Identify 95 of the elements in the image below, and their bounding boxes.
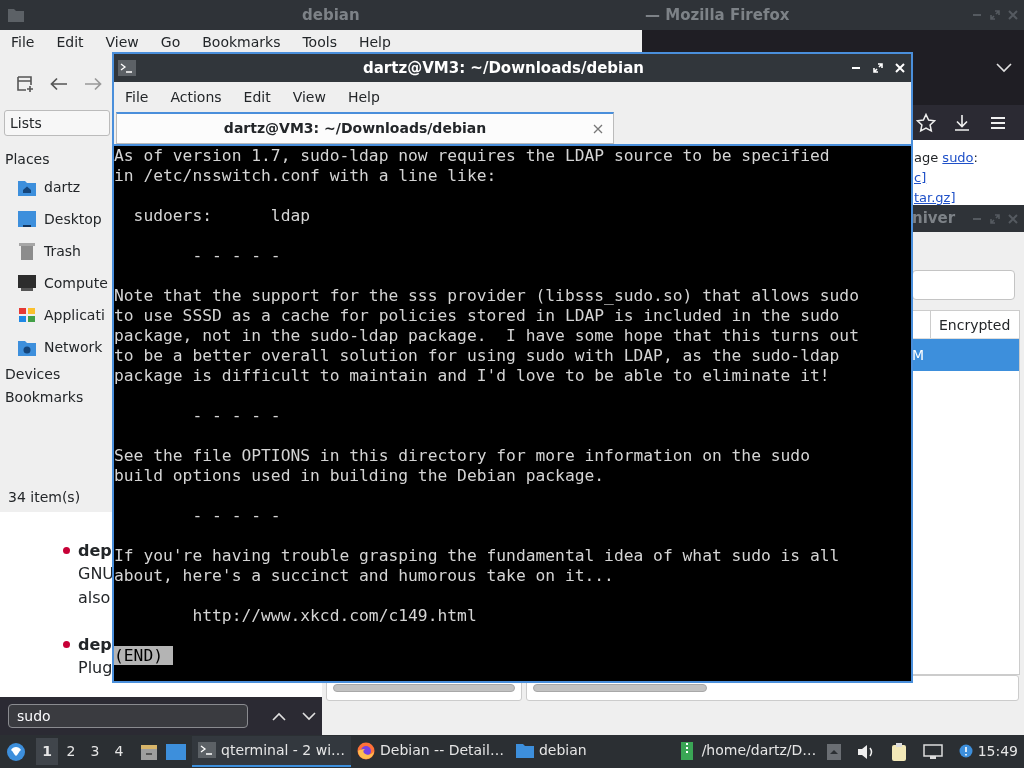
chevron-down-icon[interactable]	[996, 62, 1012, 73]
terminal-line: to be a better overall solution for using sudo with LDAP, as the sudo-ldap	[114, 346, 841, 366]
workspace-button[interactable]: 2	[60, 738, 82, 765]
link[interactable]: sudo	[942, 150, 974, 165]
menu-item[interactable]: Help	[336, 83, 391, 111]
menu-item[interactable]: View	[94, 32, 150, 52]
network-folder-icon	[18, 338, 36, 356]
trash-icon	[18, 242, 36, 260]
window-title: debian	[302, 4, 360, 26]
item-title: dep	[78, 540, 113, 562]
bullet-icon	[63, 547, 70, 554]
terminal-line: build options used in building the Debian package.	[114, 466, 606, 486]
sidebar-item[interactable]: Network	[0, 331, 112, 363]
sidebar-item[interactable]: dartz	[0, 171, 112, 203]
page-text: age sudo:	[914, 149, 979, 167]
info-icon[interactable]	[959, 743, 973, 760]
sidebar-item[interactable]: Compute	[0, 267, 112, 299]
arrow-up-icon[interactable]	[827, 743, 841, 760]
terminal-line: in /etc/nsswitch.conf with a line like:	[114, 166, 498, 186]
home-folder-icon	[18, 178, 36, 196]
terminal-line: Note that the support for the sss provider (libsss_sudo.so) that allows sudo	[114, 286, 860, 306]
bullet-icon	[63, 641, 70, 648]
speaker-icon[interactable]	[857, 743, 875, 760]
computer-icon	[18, 274, 36, 292]
clipboard-icon[interactable]	[891, 742, 907, 761]
menu-item[interactable]: Bookmarks	[191, 32, 292, 52]
star-icon[interactable]	[916, 112, 936, 133]
item-text: Plug	[78, 657, 113, 679]
terminal-line: sudoers: ldap	[132, 206, 312, 226]
terminal-icon	[198, 741, 216, 760]
clock-text: 15:49	[977, 742, 1018, 761]
side-pane-dropdown[interactable]: Lists	[4, 110, 110, 136]
taskbar-button[interactable]: /home/dartz/D…	[672, 736, 823, 767]
desktop-icon	[18, 210, 36, 228]
network-icon[interactable]	[923, 743, 943, 760]
apps-icon	[18, 306, 36, 324]
terminal-line: See the file OPTIONS in this directory for more information on the sudo	[114, 446, 811, 466]
sidebar-item[interactable]: Applicati	[0, 299, 112, 331]
taskbar-button[interactable]: debian	[509, 736, 593, 767]
sidebar-section[interactable]: Bookmarks	[0, 386, 112, 409]
terminal-line: - - - - -	[191, 246, 282, 266]
window-title: dartz@VM3: ~/Downloads/debian	[362, 57, 645, 79]
link[interactable]: c]	[914, 170, 927, 185]
link[interactable]: tar.gz]	[914, 190, 956, 205]
terminal-line: package is difficult to maintain and I'd love to be able to eliminate it!	[114, 366, 831, 386]
window-title: niver	[912, 208, 956, 230]
menu-item[interactable]: File	[0, 32, 46, 52]
menu-item[interactable]: Go	[149, 32, 192, 52]
menu-item[interactable]: Edit	[232, 83, 282, 111]
desktop-icon[interactable]	[166, 743, 186, 760]
browser-icon	[357, 741, 376, 760]
scrollbar[interactable]	[533, 684, 707, 692]
terminal-line: to use SSSD as a cache for policies stored in LDAP is included in the sudo	[114, 306, 841, 326]
find-field[interactable]: sudo	[8, 704, 248, 728]
folder-icon	[7, 7, 25, 23]
window-title: — Mozilla Firefox	[645, 4, 790, 26]
file-cabinet-icon[interactable]	[140, 742, 158, 761]
column-header[interactable]: Encrypted	[930, 311, 1011, 338]
download-icon[interactable]	[952, 112, 972, 133]
workspace-button[interactable]: 3	[84, 738, 106, 765]
status-text: 34 item(s)	[7, 488, 82, 507]
workspace-button[interactable]: 1	[36, 738, 58, 765]
menu-item[interactable]: Help	[347, 32, 402, 52]
sidebar-section[interactable]: Devices	[0, 363, 112, 386]
menu-item[interactable]: Actions	[159, 83, 233, 111]
menu-item[interactable]: Edit	[45, 32, 95, 52]
terminal-line: http://www.xkcd.com/c149.html	[191, 606, 478, 626]
terminal-line: - - - - -	[191, 406, 282, 426]
start-menu-icon[interactable]	[6, 741, 26, 762]
terminal-icon	[118, 60, 136, 76]
taskbar-button[interactable]: Debian -- Detail…	[351, 736, 510, 767]
chevron-down-icon[interactable]	[302, 711, 316, 721]
terminal-line: As of version 1.7, sudo-ldap now requires the LDAP source to be specified	[114, 146, 831, 166]
search-field[interactable]	[912, 270, 1015, 300]
folder-icon	[515, 741, 534, 760]
terminal-line: about, here's a succinct and humorous take on it...	[114, 566, 615, 586]
sidebar-item[interactable]: Trash	[0, 235, 112, 267]
terminal-line: package, not in the sudo-ldap package. I have some hope that this turns out	[114, 326, 860, 346]
new-window-icon[interactable]	[16, 75, 34, 93]
terminal-line: - - - - -	[191, 506, 282, 526]
menu-item[interactable]: File	[114, 83, 160, 111]
scrollbar[interactable]	[333, 684, 515, 692]
pager-status: (END)	[114, 646, 173, 665]
item-title: dep	[78, 634, 113, 656]
sidebar-section[interactable]: Places	[0, 148, 112, 171]
back-icon[interactable]	[50, 77, 68, 91]
chevron-up-icon[interactable]	[272, 711, 286, 721]
menu-item[interactable]: Tools	[291, 32, 348, 52]
menu-item[interactable]: View	[281, 83, 337, 111]
taskbar-button[interactable]: qterminal - 2 wi…	[192, 736, 352, 767]
item-text: also	[78, 587, 112, 609]
tab[interactable]: dartz@VM3: ~/Downloads/debian	[116, 112, 614, 144]
sidebar-item[interactable]: Desktop	[0, 203, 112, 235]
workspace-button[interactable]: 4	[108, 738, 130, 765]
terminal-line: If you're having trouble grasping the fundamental idea of what sudo is all	[114, 546, 841, 566]
